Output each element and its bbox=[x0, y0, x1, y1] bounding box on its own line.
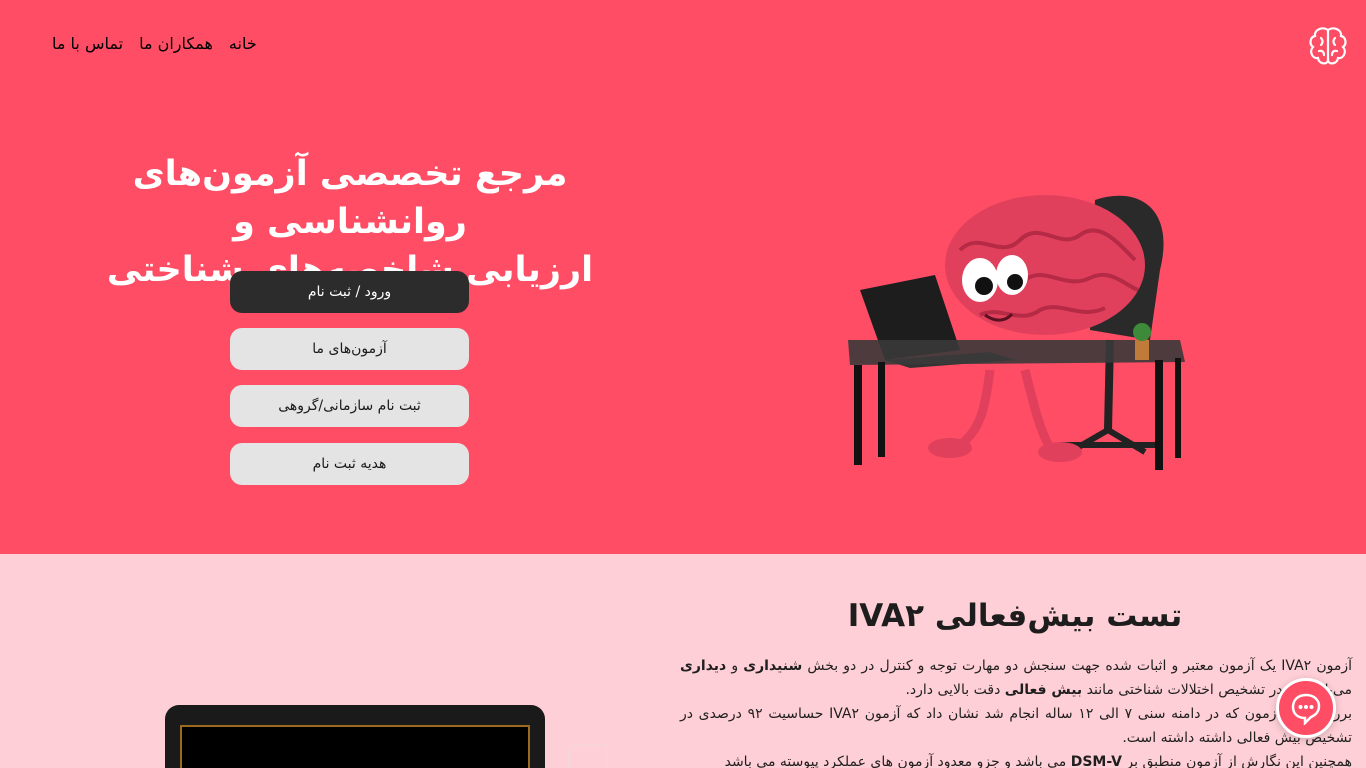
top-nav: خانه همکاران ما تماس با ما bbox=[52, 34, 272, 53]
hero-title-line-1: مرجع تخصصی آزمون‌های روانشناسی و bbox=[132, 154, 568, 242]
section-text-bold: DSM-V bbox=[1070, 754, 1122, 768]
section-text: آزمون IVA۲ یک آزمون معتبر و اثبات شده جه… bbox=[802, 658, 1352, 674]
section-paragraph-2: بررسی این آزمون که در دامنه سنی ۷ الی ۱۲… bbox=[680, 706, 1352, 746]
brain-logo-icon[interactable] bbox=[1306, 24, 1350, 68]
nav-partners[interactable]: همکاران ما bbox=[139, 34, 213, 53]
chat-button[interactable] bbox=[1276, 678, 1336, 738]
section-paragraph-3: همچنین این نگارش از آزمون منطبق بر DSM-V… bbox=[680, 750, 1352, 768]
section-text: همچنین این نگارش از آزمون منطبق بر bbox=[1121, 754, 1352, 768]
gift-signup-button[interactable]: هدیه ثبت نام bbox=[230, 443, 469, 485]
section-text-bold: دیداری bbox=[680, 658, 727, 674]
our-tests-button[interactable]: آزمون‌های ما bbox=[230, 328, 469, 370]
organization-signup-button[interactable]: ثبت نام سازمانی/گروهی bbox=[230, 385, 469, 427]
section-text: و bbox=[726, 658, 744, 674]
tablet-screen bbox=[180, 725, 530, 768]
nav-home[interactable]: خانه bbox=[229, 34, 257, 53]
chat-bubble-icon bbox=[1291, 693, 1321, 725]
login-register-button[interactable]: ورود / ثبت نام bbox=[230, 271, 469, 313]
slider-tab[interactable] bbox=[568, 745, 608, 768]
section-description: آزمون IVA۲ یک آزمون معتبر و اثبات شده جه… bbox=[680, 654, 1352, 768]
tablet-device-image bbox=[165, 705, 545, 768]
brain-at-desk-illustration bbox=[848, 195, 1185, 470]
section-text: می باشد و جزو معدود آزمون های عملکرد پیو… bbox=[724, 754, 1071, 768]
nav-contact[interactable]: تماس با ما bbox=[52, 34, 123, 53]
section-text: دقت بالایی دارد. bbox=[905, 682, 1005, 698]
section-text-bold: شنیداری bbox=[743, 658, 803, 674]
section-text-bold: بیش فعالی bbox=[1004, 682, 1083, 698]
section-title: تست بیش‌فعالی IVA۲ bbox=[847, 598, 1183, 634]
